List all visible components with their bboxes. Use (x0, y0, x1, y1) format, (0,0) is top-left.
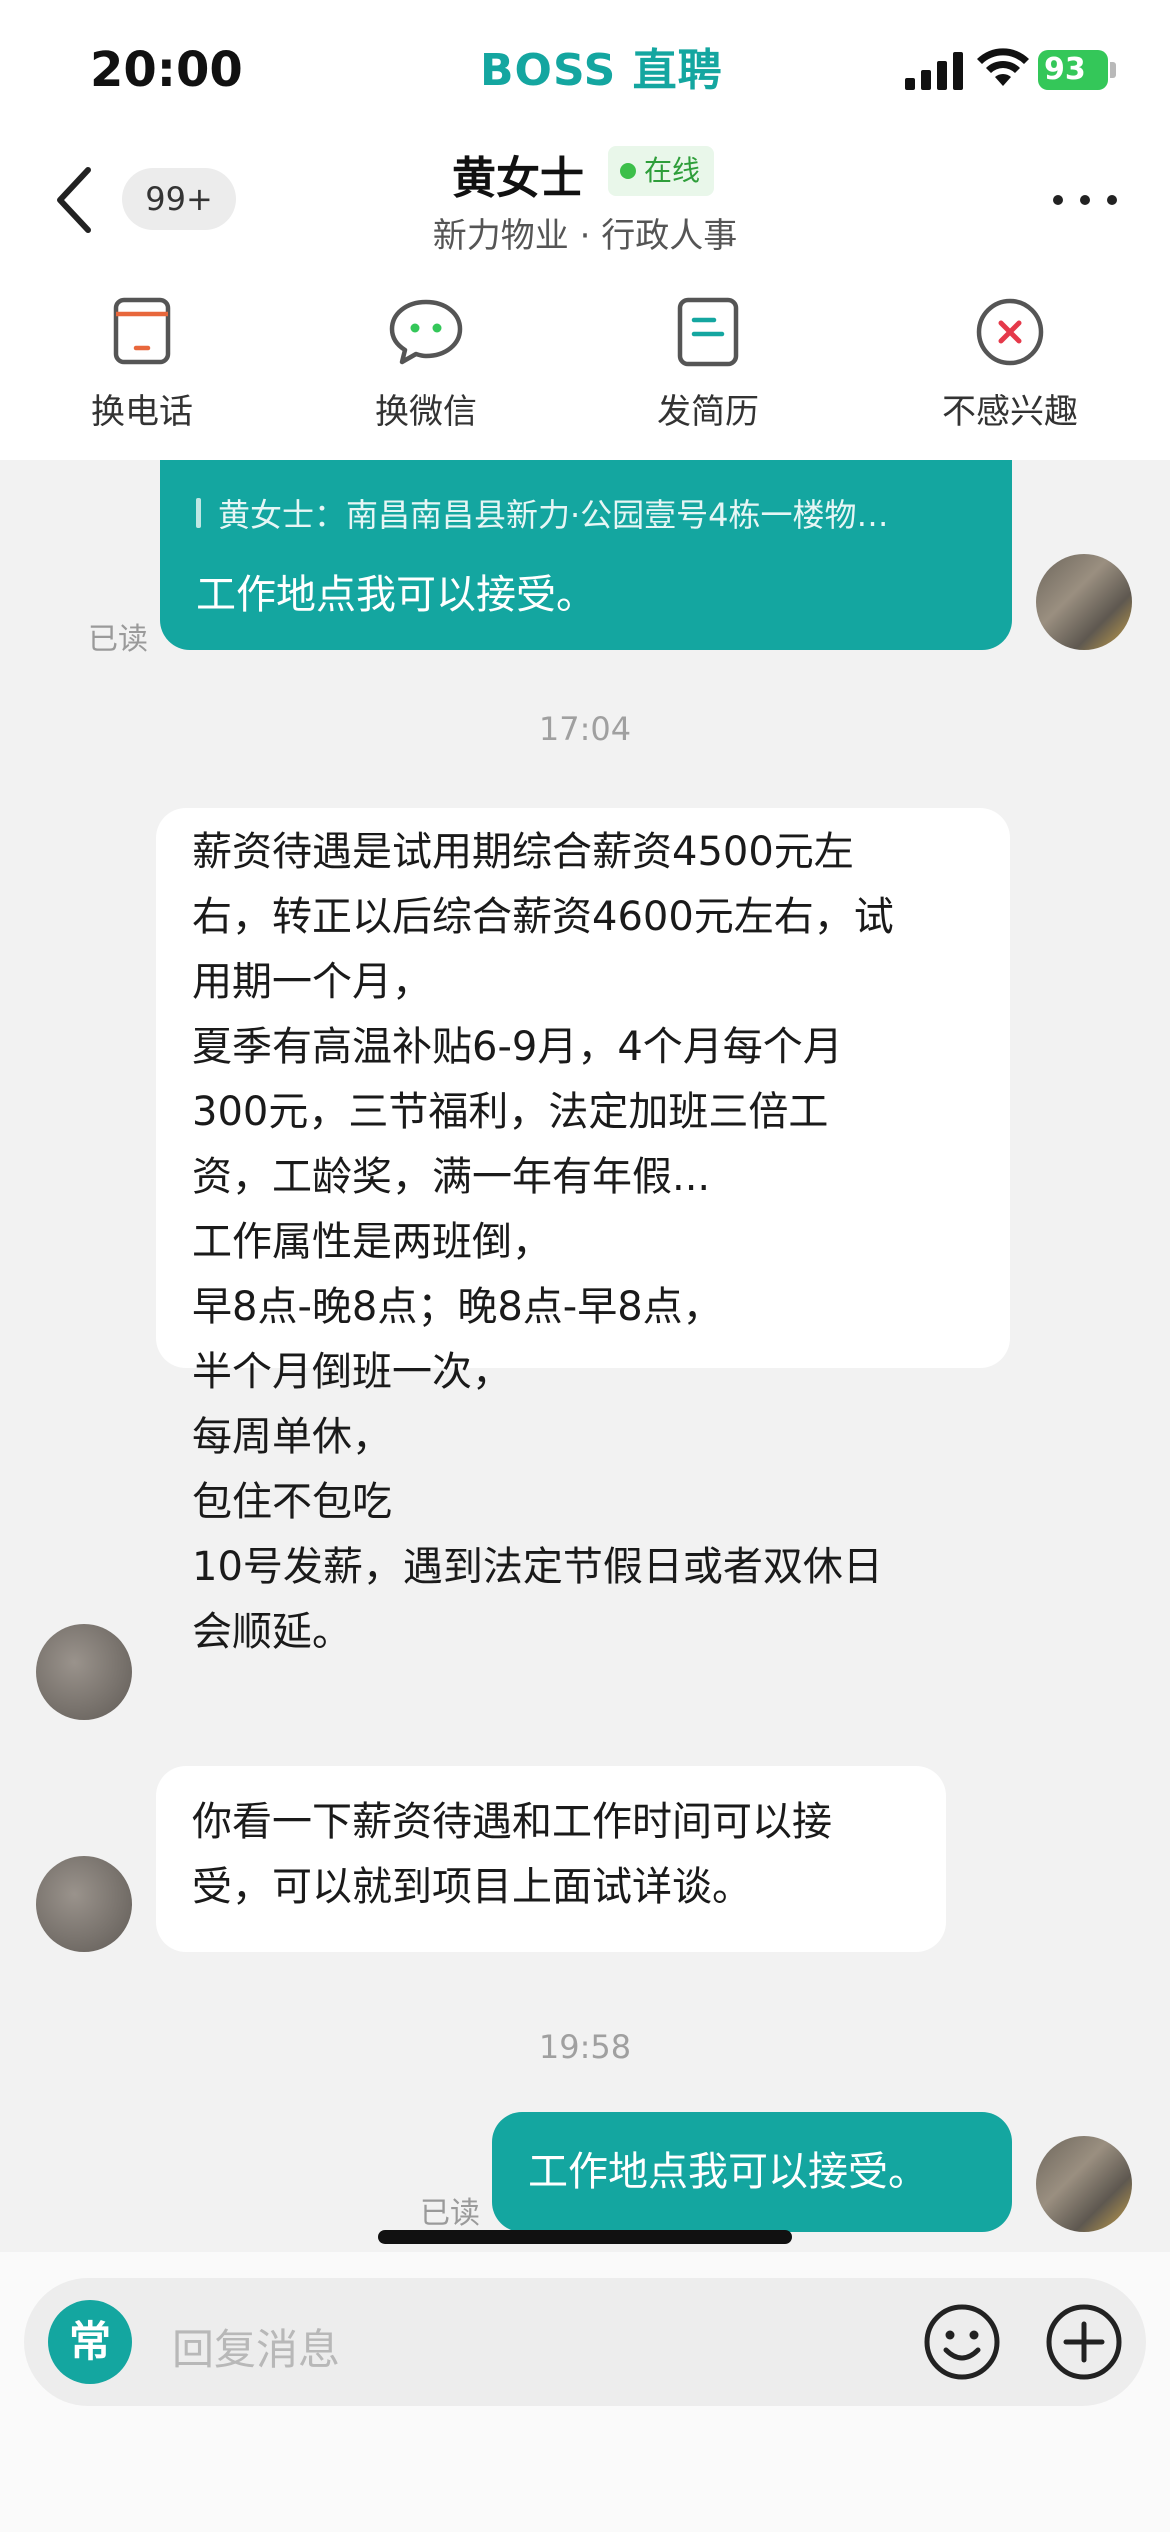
exchange-wechat-button[interactable]: 换微信 (326, 292, 526, 442)
message-line: 包住不包吃 (192, 1479, 392, 1525)
send-resume-label: 发简历 (657, 392, 759, 432)
contact-avatar[interactable] (36, 1624, 132, 1720)
plus-icon[interactable] (1042, 2300, 1126, 2384)
outgoing-message-bubble[interactable]: 黄女士：南昌南昌县新力·公园壹号4栋一楼物… 工作地点我可以接受。 (160, 460, 1012, 650)
not-interested-label: 不感兴趣 (942, 392, 1078, 432)
message-text: 工作地点我可以接受。 (196, 572, 596, 618)
chat-header: 99+ 黄女士 在线 新力物业 · 行政人事 (0, 130, 1170, 280)
not-interested-icon (976, 298, 1044, 366)
message-line: 受，可以就到项目上面试详谈。 (192, 1864, 752, 1910)
contact-avatar[interactable] (36, 1856, 132, 1952)
message-line: 早8点-晚8点；晚8点-早8点， (192, 1284, 723, 1330)
read-receipt: 已读 (88, 622, 148, 657)
cellular-signal-icon (905, 52, 963, 90)
message-text: 工作地点我可以接受。 (528, 2149, 928, 2195)
message-timestamp: 17:04 (538, 710, 632, 748)
more-options-icon[interactable] (1050, 188, 1120, 212)
message-line: 10号发薪，遇到法定节假日或者双休日 (192, 1544, 883, 1590)
not-interested-button[interactable]: 不感兴趣 (910, 292, 1110, 442)
message-list[interactable]: 黄女士：南昌南昌县新力·公园壹号4栋一楼物… 工作地点我可以接受。 已读 17:… (0, 460, 1170, 2252)
reply-placeholder: 回复消息 (172, 2325, 341, 2374)
contact-name: 黄女士 (452, 153, 584, 204)
my-avatar[interactable] (1036, 554, 1132, 650)
message-line: 你看一下薪资待遇和工作时间可以接 (192, 1799, 832, 1845)
online-status-label: 在线 (644, 154, 701, 187)
outgoing-message-bubble[interactable]: 工作地点我可以接受。 (492, 2112, 1012, 2232)
online-status-badge: 在线 (608, 146, 715, 196)
message-line: 夏季有高温补贴6-9月，4个月每个月 (192, 1024, 843, 1070)
exchange-phone-label: 换电话 (91, 392, 193, 432)
exchange-phone-button[interactable]: 换电话 (42, 292, 242, 442)
battery-icon: 93 (1038, 50, 1118, 90)
exchange-wechat-label: 换微信 (375, 392, 477, 432)
wifi-icon (977, 48, 1029, 86)
my-avatar[interactable] (1036, 2136, 1132, 2232)
quick-phrases-button[interactable]: 常 (48, 2300, 132, 2384)
emoji-icon[interactable] (920, 2300, 1004, 2384)
message-line: 300元，三节福利，法定加班三倍工 (192, 1089, 829, 1135)
message-line: 用期一个月， (192, 959, 432, 1005)
message-line: 每周单休， (192, 1414, 392, 1460)
message-line: 右，转正以后综合薪资4600元左右，试 (192, 894, 894, 940)
online-dot-icon (620, 163, 636, 179)
message-input-bar: 常 回复消息 (0, 2252, 1170, 2532)
message-timestamp: 19:58 (538, 2028, 632, 2066)
read-receipt: 已读 (420, 2196, 480, 2231)
reply-input[interactable]: 常 回复消息 (24, 2278, 1146, 2406)
message-line: 半个月倒班一次， (192, 1349, 512, 1395)
message-line: 工作属性是两班倒， (192, 1219, 552, 1265)
message-line: 会顺延。 (192, 1609, 352, 1655)
message-line: 资，工龄奖，满一年有年假... (192, 1154, 711, 1200)
chat-action-bar: 换电话 换微信 发简历 不感兴趣 (0, 280, 1170, 460)
quoted-message: 黄女士：南昌南昌县新力·公园壹号4栋一楼物… (196, 490, 976, 536)
incoming-message-bubble[interactable]: 薪资待遇是试用期综合薪资4500元左 右，转正以后综合薪资4600元左右，试 用… (156, 808, 1010, 1655)
contact-company: 新力物业 · 行政人事 (432, 216, 738, 256)
status-bar: 20:00 BOSS 直聘 93 (0, 0, 1170, 130)
phone-card-icon (113, 297, 171, 365)
home-indicator[interactable] (378, 2230, 792, 2244)
app-brand: BOSS 直聘 (480, 45, 723, 96)
status-time: 20:00 (90, 42, 243, 98)
message-line: 薪资待遇是试用期综合薪资4500元左 (192, 829, 854, 875)
incoming-message-bubble[interactable]: 你看一下薪资待遇和工作时间可以接 受，可以就到项目上面试详谈。 (156, 1766, 946, 1952)
battery-level: 93 (1038, 50, 1108, 90)
send-resume-button[interactable]: 发简历 (608, 292, 808, 442)
resume-icon (677, 297, 739, 367)
wechat-icon (389, 299, 463, 365)
